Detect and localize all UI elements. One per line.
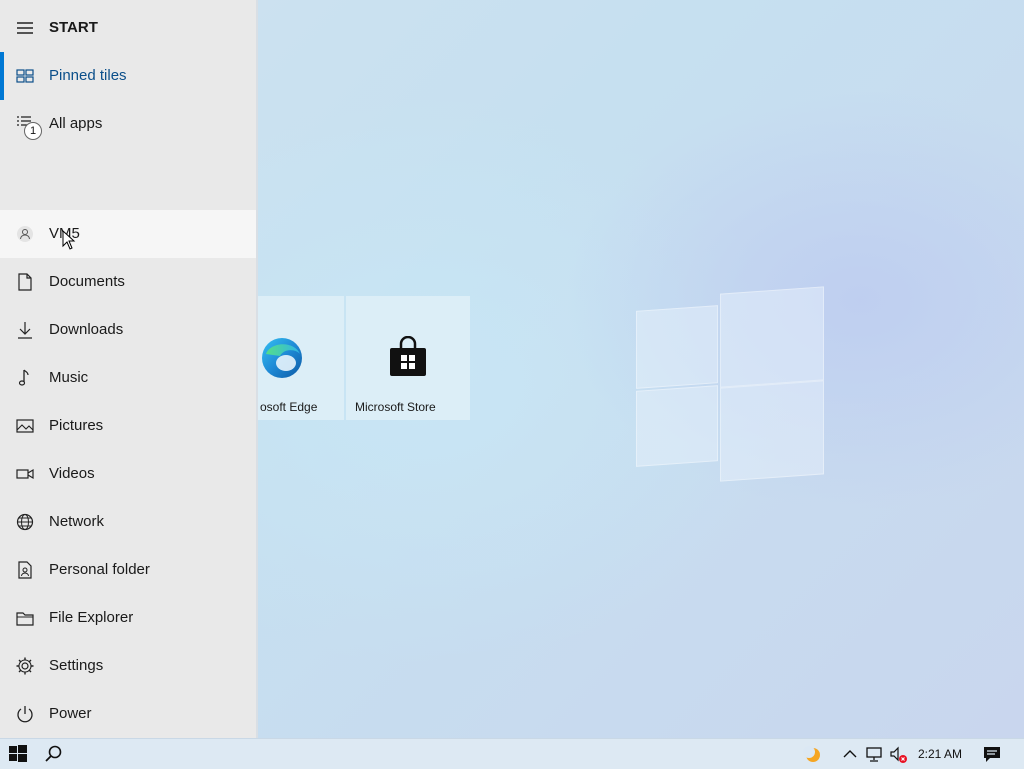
- globe-icon: [16, 513, 34, 531]
- nav-item-label: Videos: [49, 465, 95, 482]
- picture-icon: [16, 419, 34, 433]
- chevron-up-icon[interactable]: [840, 744, 860, 764]
- nav-item-personal-folder[interactable]: Personal folder: [0, 546, 256, 594]
- nav-item-user[interactable]: VM5: [0, 210, 256, 258]
- folder-icon: [16, 612, 34, 626]
- nav-item-label: Downloads: [49, 321, 124, 338]
- start-menu-header[interactable]: START: [0, 4, 256, 52]
- download-icon: [18, 322, 32, 339]
- nav-item-label: File Explorer: [49, 609, 134, 626]
- nav-item-label: Power: [49, 705, 92, 722]
- nav-item-network[interactable]: Network: [0, 498, 256, 546]
- mouse-cursor: [62, 230, 76, 250]
- personal-folder-icon: [18, 561, 32, 579]
- nav-item-label: Pinned tiles: [49, 67, 127, 84]
- nav-item-label: Documents: [49, 273, 125, 290]
- nav-item-music[interactable]: Music: [0, 354, 256, 402]
- notification-badge: 1: [24, 122, 42, 140]
- start-menu: START Pinned tiles All apps 1 VM5 Docume…: [0, 0, 258, 738]
- wallpaper-windows-logo: [636, 286, 824, 482]
- hamburger-icon[interactable]: [15, 18, 35, 38]
- nav-item-power[interactable]: Power: [0, 690, 256, 738]
- nav-item-label: Pictures: [49, 417, 104, 434]
- tile-label: Microsoft Store: [355, 400, 436, 414]
- network-icon[interactable]: [864, 744, 884, 764]
- taskbar: 2:21 AM: [0, 738, 1024, 769]
- nav-item-videos[interactable]: Videos: [0, 450, 256, 498]
- video-icon: [16, 468, 34, 480]
- search-icon[interactable]: [44, 744, 64, 764]
- person-icon: [17, 226, 33, 242]
- action-center-icon[interactable]: [982, 744, 1002, 764]
- microsoft-store-tile[interactable]: Microsoft Store: [346, 296, 470, 420]
- nav-item-pinned-tiles[interactable]: Pinned tiles: [0, 52, 256, 100]
- nav-item-label: Settings: [49, 657, 104, 674]
- nav-item-label: Music: [49, 369, 89, 386]
- nav-item-label: Network: [49, 513, 105, 530]
- nav-item-pictures[interactable]: Pictures: [0, 402, 256, 450]
- power-icon: [17, 706, 33, 723]
- weather-icon[interactable]: [802, 744, 822, 764]
- store-icon: [390, 336, 426, 376]
- windows-icon[interactable]: [8, 744, 28, 764]
- music-note-icon: [18, 369, 29, 386]
- nav-item-file-explorer[interactable]: File Explorer: [0, 594, 256, 642]
- tile-label: osoft Edge: [260, 400, 318, 414]
- nav-item-documents[interactable]: Documents: [0, 258, 256, 306]
- gear-icon: [16, 657, 34, 675]
- nav-item-label: Personal folder: [49, 561, 150, 578]
- nav-item-label: All apps: [49, 115, 103, 132]
- start-title: START: [49, 19, 98, 36]
- document-icon: [18, 273, 32, 291]
- edge-icon: [262, 338, 302, 378]
- clock[interactable]: 2:21 AM: [918, 747, 962, 761]
- volume-muted-icon[interactable]: [888, 744, 908, 764]
- nav-item-downloads[interactable]: Downloads: [0, 306, 256, 354]
- tiles-icon: [16, 69, 34, 83]
- nav-item-settings[interactable]: Settings: [0, 642, 256, 690]
